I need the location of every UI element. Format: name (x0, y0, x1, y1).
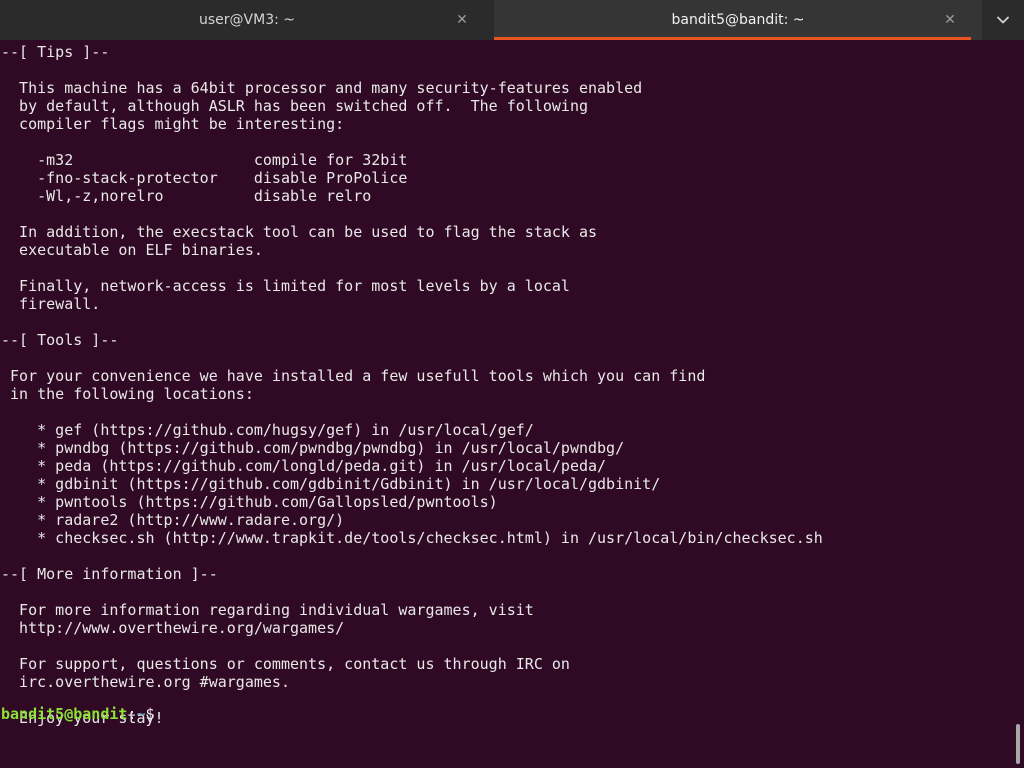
chevron-down-icon (997, 16, 1009, 24)
terminal-line: --[ Tips ]-- (1, 43, 110, 61)
terminal-line: -fno-stack-protector disable ProPolice (1, 169, 408, 187)
tab-title: bandit5@bandit: ~ (671, 12, 805, 28)
prompt-user-host: bandit5@bandit (1, 705, 128, 723)
scrollbar-thumb[interactable] (1016, 724, 1020, 764)
scrollbar[interactable] (1014, 40, 1024, 768)
terminal-line: * gef (https://github.com/hugsy/gef) in … (1, 421, 534, 439)
tab-title: user@VM3: ~ (199, 12, 295, 28)
terminal-line: firewall. (1, 295, 101, 313)
terminal-output: --[ Tips ]-- This machine has a 64bit pr… (1, 43, 823, 727)
terminal-line: * pwntools (https://github.com/Gallopsle… (1, 493, 498, 511)
terminal-line: --[ More information ]-- (1, 565, 218, 583)
terminal-line: For support, questions or comments, cont… (1, 655, 570, 673)
shell-prompt[interactable]: bandit5@bandit:~$ (1, 705, 164, 723)
terminal-line: For your convenience we have installed a… (1, 367, 706, 385)
terminal-line: executable on ELF binaries. (1, 241, 263, 259)
terminal-line: by default, although ASLR has been switc… (1, 97, 588, 115)
terminal-line: * peda (https://github.com/longld/peda.g… (1, 457, 607, 475)
close-icon[interactable]: ✕ (454, 12, 470, 28)
terminal-line: compiler flags might be interesting: (1, 115, 345, 133)
tab-bandit5[interactable]: bandit5@bandit: ~ ✕ (494, 0, 982, 40)
terminal-line: * gdbinit (https://github.com/gdbinit/Gd… (1, 475, 661, 493)
terminal-line: * pwndbg (https://github.com/pwndbg/pwnd… (1, 439, 625, 457)
terminal-line: Finally, network-access is limited for m… (1, 277, 570, 295)
terminal-line: irc.overthewire.org #wargames. (1, 673, 290, 691)
tab-bar: user@VM3: ~ ✕ bandit5@bandit: ~ ✕ (0, 0, 1024, 40)
close-icon[interactable]: ✕ (942, 12, 958, 28)
terminal-line: http://www.overthewire.org/wargames/ (1, 619, 345, 637)
terminal-line: This machine has a 64bit processor and m… (1, 79, 643, 97)
terminal-line: * radare2 (http://www.radare.org/) (1, 511, 345, 529)
terminal-view[interactable]: --[ Tips ]-- This machine has a 64bit pr… (0, 40, 1014, 768)
terminal-line: -Wl,-z,norelro disable relro (1, 187, 372, 205)
tab-menu-button[interactable] (982, 0, 1024, 40)
terminal-line: --[ Tools ]-- (1, 331, 119, 349)
terminal-line: In addition, the execstack tool can be u… (1, 223, 598, 241)
terminal-line: in the following locations: (1, 385, 254, 403)
prompt-path: ~ (136, 705, 146, 723)
terminal-line: For more information regarding individua… (1, 601, 534, 619)
terminal-line: -m32 compile for 32bit (1, 151, 408, 169)
tab-user-vm3[interactable]: user@VM3: ~ ✕ (0, 0, 494, 40)
prompt-symbol: $ (145, 705, 164, 723)
terminal-line: * checksec.sh (http://www.trapkit.de/too… (1, 529, 823, 547)
